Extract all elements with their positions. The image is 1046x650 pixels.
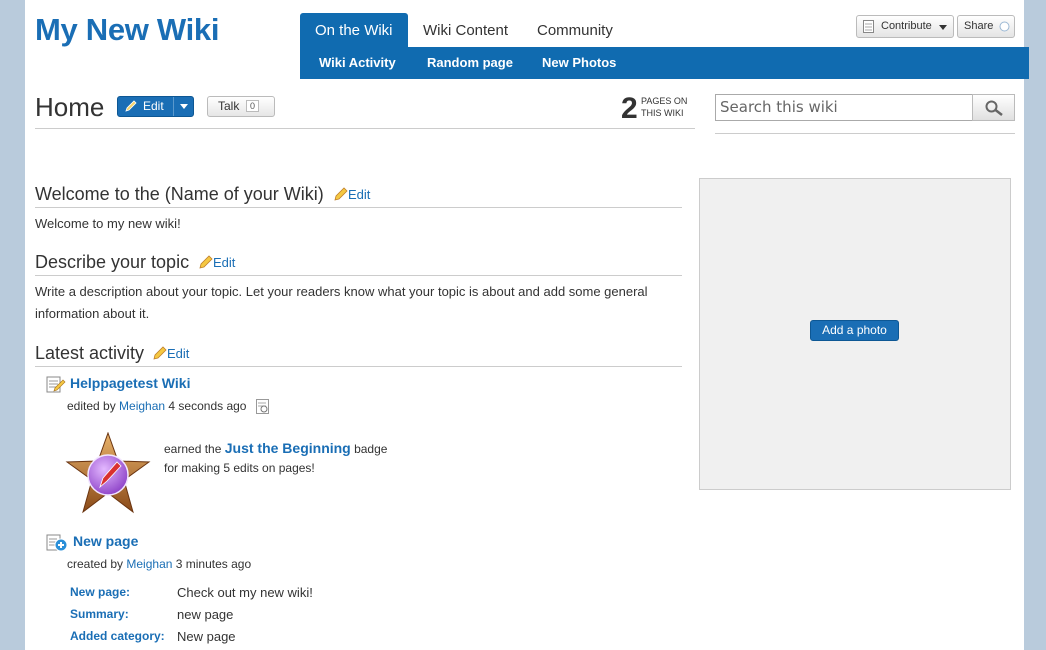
pages-count: 2: [621, 92, 638, 125]
share-icon: [999, 21, 1010, 32]
activity-meta-prefix: created by: [67, 557, 124, 571]
pencil-icon: [199, 255, 213, 269]
section-heading-activity: Latest activity: [35, 343, 145, 363]
share-button[interactable]: Share: [957, 15, 1015, 38]
badge-star-icon: [65, 432, 151, 514]
activity-title-link[interactable]: New page: [73, 533, 138, 549]
search-input[interactable]: Search this wiki: [715, 94, 973, 121]
edit-label: Edit: [143, 99, 164, 113]
activity-time: 4 seconds ago: [168, 399, 247, 413]
detail-label: New page:: [70, 585, 131, 599]
badge-description: for making 5 edits on pages!: [164, 461, 315, 475]
edit-button[interactable]: Edit: [117, 96, 194, 117]
nav-bar: [300, 47, 1029, 79]
talk-label: Talk: [218, 99, 240, 113]
section-text: Welcome to my new wiki!: [35, 216, 181, 231]
edit-dropdown[interactable]: [173, 97, 193, 116]
pencil-icon: [153, 346, 167, 360]
badge-name-link[interactable]: Just the Beginning: [225, 440, 351, 456]
pages-label-line2: THIS WIKI: [641, 108, 684, 118]
subnav-random-page[interactable]: Random page: [427, 47, 513, 79]
section-divider: [35, 366, 682, 367]
pages-label-line1: PAGES ON: [641, 96, 688, 106]
section-edit-link[interactable]: Edit: [199, 255, 235, 270]
activity-title-link[interactable]: Helppagetest Wiki: [70, 375, 190, 391]
contribute-label: Contribute: [881, 20, 932, 32]
chevron-down-icon: [939, 25, 947, 30]
share-label: Share: [964, 20, 994, 32]
badge-suffix: badge: [354, 442, 388, 456]
site-title[interactable]: My New Wiki: [35, 12, 219, 48]
chevron-down-icon: [180, 104, 188, 109]
tab-wiki-content[interactable]: Wiki Content: [408, 13, 523, 47]
section-heading-topic: Describe your topic: [35, 252, 190, 272]
subnav-new-photos[interactable]: New Photos: [542, 47, 616, 79]
section-divider: [35, 207, 682, 208]
badge-earned-text: earned the Just the Beginning badge: [164, 440, 387, 456]
talk-button[interactable]: Talk 0: [207, 96, 275, 117]
detail-label: Added category:: [70, 629, 165, 643]
detail-label: Summary:: [70, 607, 129, 621]
page-title: Home: [35, 92, 105, 122]
pages-label: PAGES ON THIS WIKI: [641, 95, 687, 119]
detail-value: new page: [177, 607, 234, 622]
edit-label: Edit: [213, 255, 236, 270]
search-divider: [715, 133, 1015, 134]
section-text: Write a description about your topic. Le…: [35, 284, 648, 321]
user-link[interactable]: Meighan: [126, 557, 172, 571]
talk-count-badge: 0: [246, 100, 260, 112]
tab-community[interactable]: Community: [522, 13, 628, 47]
edit-label: Edit: [167, 346, 190, 361]
activity-meta: edited by Meighan 4 seconds ago: [67, 399, 246, 413]
section-edit-link[interactable]: Edit: [334, 187, 370, 202]
section-heading-welcome: Welcome to the (Name of your Wiki): [35, 184, 324, 204]
tab-on-the-wiki[interactable]: On the Wiki: [300, 13, 408, 47]
add-photo-button[interactable]: Add a photo: [810, 320, 899, 341]
subnav-wiki-activity[interactable]: Wiki Activity: [319, 47, 396, 79]
activity-time: 3 minutes ago: [175, 557, 252, 571]
contribute-button[interactable]: Contribute: [856, 15, 954, 38]
page-icon: [863, 20, 874, 33]
section-edit-link[interactable]: Edit: [153, 346, 189, 361]
detail-value: Check out my new wiki!: [177, 585, 313, 600]
category-link[interactable]: New page: [177, 629, 236, 644]
badge-prefix: earned the: [164, 442, 222, 456]
edit-page-icon: [46, 376, 66, 393]
section-divider: [35, 275, 682, 276]
pencil-icon: [334, 187, 348, 201]
edit-label: Edit: [348, 187, 371, 202]
activity-meta: created by Meighan 3 minutes ago: [67, 557, 251, 571]
search-button[interactable]: [972, 94, 1015, 121]
header-divider: [35, 128, 695, 129]
activity-meta-prefix: edited by: [67, 399, 116, 413]
diff-icon[interactable]: [256, 399, 270, 414]
pencil-icon: [125, 100, 137, 112]
new-page-icon: [46, 534, 68, 552]
page-container: My New Wiki On the Wiki Wiki Content Com…: [25, 0, 1029, 650]
user-link[interactable]: Meighan: [119, 399, 165, 413]
search-icon: [985, 100, 1003, 116]
